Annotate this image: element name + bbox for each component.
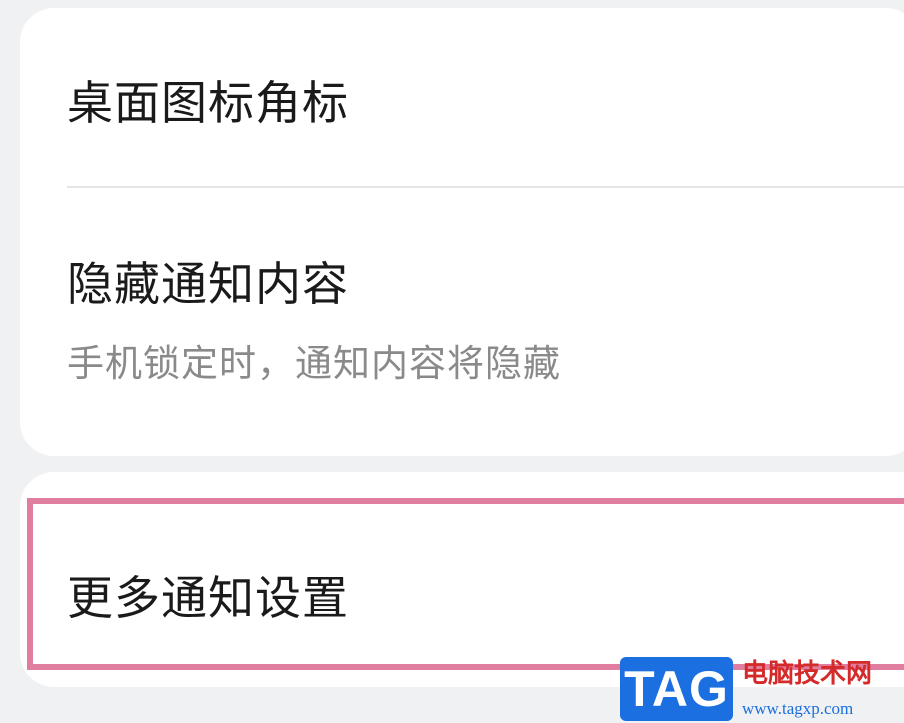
- divider: [67, 186, 904, 188]
- watermark-url: www.tagxp.com: [742, 699, 854, 718]
- hide-notification-content-row[interactable]: 隐藏通知内容: [67, 261, 349, 307]
- more-notification-settings-row[interactable]: 更多通知设置: [67, 575, 349, 621]
- tag-logo: TAG: [620, 657, 733, 721]
- hide-notification-content-description: 手机锁定时，通知内容将隐藏: [67, 342, 561, 385]
- desktop-icon-badge-row[interactable]: 桌面图标角标: [67, 80, 349, 126]
- watermark-site-name: 电脑技术网: [742, 659, 873, 689]
- watermark: TAG 电脑技术网 www.tagxp.com: [620, 655, 904, 723]
